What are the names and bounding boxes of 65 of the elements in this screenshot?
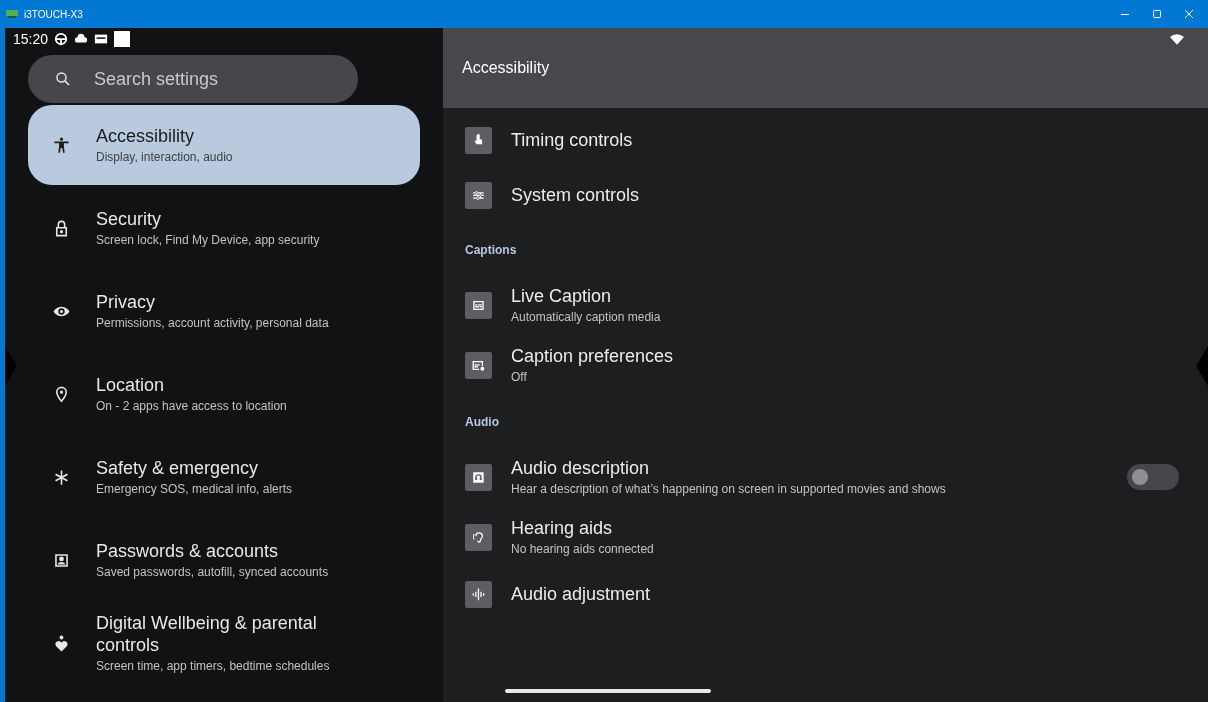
ear-icon — [465, 523, 492, 551]
sidebar-item[interactable]: Location On - 2 apps have access to location — [28, 354, 420, 434]
sidebar-item[interactable]: Safety & emergency Emergency SOS, medical info, alerts — [28, 437, 420, 517]
item-title: Passwords & accounts — [96, 540, 280, 563]
wifi-icon — [1170, 34, 1184, 45]
item-subtitle: Permissions, account activity, personal data — [96, 316, 330, 331]
sidebar-item[interactable]: Privacy Permissions, account activity, personal data — [28, 271, 420, 351]
row-subtitle: Hear a description of what’s happening on screen in supported movies and shows — [511, 482, 947, 496]
row-title: Audio description — [511, 458, 651, 479]
settings-row[interactable]: Live Caption Automatically caption media — [465, 275, 1194, 335]
caption-icon — [465, 291, 492, 319]
search-field[interactable]: Search settings — [28, 55, 358, 103]
sidebar-item[interactable]: Accessibility Display, interaction, audio — [28, 105, 420, 185]
section-header: Audio — [465, 414, 500, 431]
window-title: i3TOUCH-X3 — [24, 8, 83, 20]
settings-row[interactable]: System controls — [465, 168, 1194, 223]
item-subtitle: On - 2 apps have access to location — [96, 399, 288, 414]
sidebar-item[interactable]: Digital Wellbeing & parental controls Screen time, app timers, bedtime schedules — [28, 603, 420, 683]
item-title: Safety & emergency — [96, 457, 260, 480]
settings-row[interactable]: Hearing aids No hearing aids connected — [465, 507, 1194, 567]
settings-row[interactable]: Audio description Hear a description of what’s happening on screen in supported movies and shows — [465, 447, 1194, 507]
asterisk-icon — [52, 467, 71, 487]
row-title: System controls — [511, 185, 641, 206]
settings-row[interactable]: Audio adjustment — [465, 567, 1194, 622]
item-subtitle: Emergency SOS, medical info, alerts — [96, 482, 294, 497]
right-edge-handle-icon[interactable] — [1196, 346, 1208, 386]
settings-row[interactable]: Timing controls — [465, 113, 1194, 168]
screen-icon — [94, 32, 109, 46]
cloud-icon — [74, 32, 89, 46]
row-title: Live Caption — [511, 286, 613, 307]
row-title: Audio adjustment — [511, 584, 652, 605]
sidebar-item[interactable]: Security Screen lock, Find My Device, app security — [28, 188, 420, 268]
sidebar-item[interactable]: Passwords & accounts Saved passwords, autofill, synced accounts — [28, 520, 420, 600]
row-subtitle: No hearing aids connected — [511, 542, 655, 556]
sound-wave-icon — [465, 581, 492, 608]
row-subtitle: Off — [511, 370, 528, 384]
item-subtitle: Screen lock, Find My Device, app security — [96, 233, 321, 248]
heart-person-icon — [52, 633, 71, 653]
row-title: Hearing aids — [511, 518, 614, 539]
clock: 15:20 — [13, 31, 49, 47]
accessibility-figure-icon — [52, 135, 71, 155]
settings-row[interactable]: Caption preferences Off — [465, 335, 1194, 395]
sliders-icon — [465, 182, 492, 209]
app-icon — [6, 10, 18, 18]
page-title: Accessibility — [462, 59, 550, 77]
left-edge-handle-icon[interactable] — [5, 346, 17, 386]
row-title: Caption preferences — [511, 346, 675, 367]
row-subtitle: Automatically caption media — [511, 310, 662, 324]
item-title: Accessibility — [96, 125, 196, 148]
item-title: Security — [96, 208, 163, 231]
close-icon[interactable] — [1184, 9, 1194, 19]
headphones-icon — [465, 463, 492, 491]
item-title: Digital Wellbeing & parental controls — [96, 612, 318, 657]
item-title: Privacy — [96, 291, 156, 314]
item-subtitle: Screen time, app timers, bedtime schedules — [96, 659, 331, 674]
item-subtitle: Saved passwords, autofill, synced accounts — [96, 565, 330, 580]
hand-touch-icon — [465, 127, 492, 154]
item-title: Location — [96, 374, 166, 397]
caption-settings-icon — [465, 351, 492, 379]
toggle-switch[interactable] — [1127, 464, 1179, 490]
item-subtitle: Display, interaction, audio — [96, 150, 234, 165]
notification-square-icon — [114, 31, 131, 47]
section-header: Captions — [465, 242, 518, 259]
maximize-icon[interactable] — [1152, 9, 1162, 19]
row-title: Timing controls — [511, 130, 634, 151]
